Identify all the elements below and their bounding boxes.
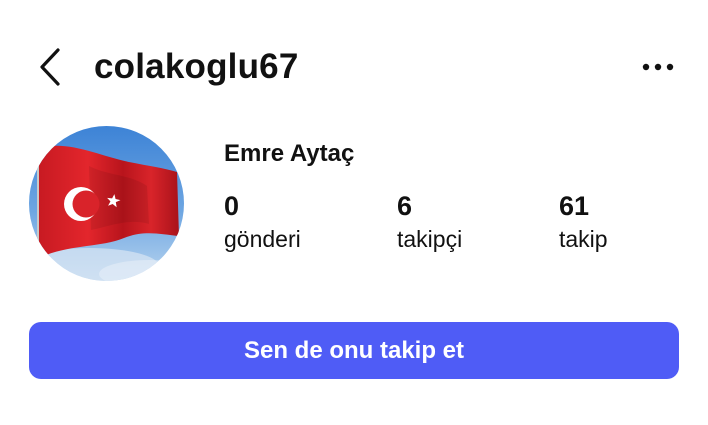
chevron-left-icon [40,48,60,86]
display-name: Emre Aytaç [224,140,355,167]
profile-username: colakoglu67 [94,47,299,86]
profile-header: colakoglu67 [0,0,708,130]
posts-label: gönderi [224,226,301,252]
follow-back-button[interactable]: Sen de onu takip et [29,322,679,379]
following-label: takip [559,226,608,252]
turkish-flag-avatar [29,126,184,281]
back-button[interactable] [30,44,70,90]
profile-page: colakoglu67 Emre Aytaç 0 gönderi 6 takip… [0,0,708,425]
more-options-button[interactable] [636,50,680,84]
stat-followers[interactable]: 6 takipçi [397,190,462,254]
followers-count: 6 [397,191,413,221]
avatar[interactable] [29,126,184,281]
following-count: 61 [559,191,590,221]
more-horizontal-icon [642,63,674,71]
stat-posts[interactable]: 0 gönderi [224,190,301,254]
posts-count: 0 [224,191,240,221]
stat-following[interactable]: 61 takip [559,190,608,254]
followers-label: takipçi [397,226,463,252]
